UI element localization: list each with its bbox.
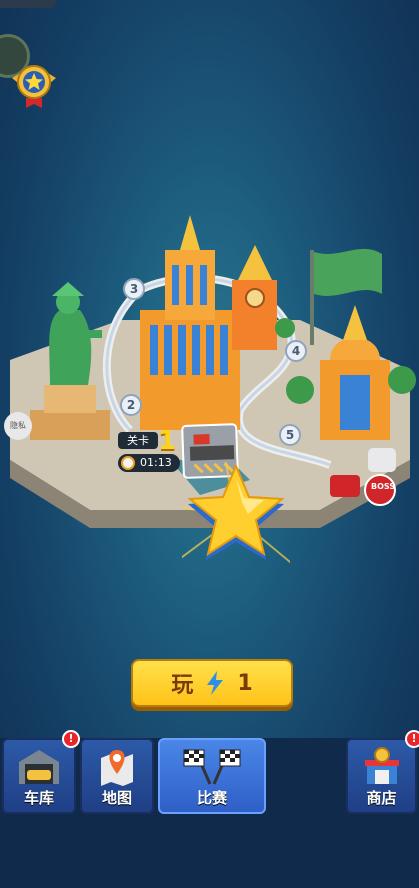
nav-map[interactable]: 地图 [80, 738, 154, 814]
shop-alert-badge: ! [405, 730, 419, 748]
nav-map-label: 地图 [101, 789, 132, 807]
energy-cost: 1 [237, 670, 253, 696]
boss-label[interactable]: BOSS [368, 482, 398, 491]
game-screen: 3 2 4 5 BOSS 隐私 关卡 1 01:13 玩 1 车库 ! 地图 比… [0, 0, 419, 888]
nav-race-label: 比赛 [196, 789, 227, 807]
play-button[interactable]: 玩 1 [131, 659, 293, 707]
level-timer: 01:13 [118, 454, 180, 472]
central-tower [140, 215, 240, 430]
map-node-5[interactable]: 5 [279, 424, 301, 446]
garage-car-icon [19, 750, 59, 784]
nav-shop-label: 商店 [366, 789, 397, 807]
rank-badge-icon[interactable] [8, 58, 60, 110]
map-node-3[interactable]: 3 [123, 278, 145, 300]
privacy-button[interactable]: 隐私 [4, 412, 32, 440]
map-node-2[interactable]: 2 [120, 394, 142, 416]
star-icon[interactable] [182, 462, 290, 572]
nav-race[interactable]: 比赛 [158, 738, 266, 814]
play-label: 玩 [171, 673, 194, 698]
nav-garage[interactable]: 车库 [2, 738, 76, 814]
level-card[interactable]: 关卡 1 01:13 [118, 426, 182, 474]
garage-alert-badge: ! [62, 730, 80, 748]
clock-tower [232, 245, 277, 350]
stopwatch-icon [121, 456, 135, 470]
nav-garage-label: 车库 [23, 789, 54, 807]
checkered-flags-icon [183, 749, 241, 785]
spire-building [320, 305, 390, 440]
level-label: 关卡 [118, 432, 158, 449]
nav-shop[interactable]: 商店 [346, 738, 417, 814]
map-pin-icon [101, 750, 133, 786]
top-strip [0, 0, 56, 8]
timer-text: 01:13 [140, 456, 172, 469]
level-number: 1 [158, 426, 177, 456]
shop-icon [364, 747, 399, 784]
map-node-4[interactable]: 4 [285, 340, 307, 362]
lightning-icon [207, 671, 224, 695]
